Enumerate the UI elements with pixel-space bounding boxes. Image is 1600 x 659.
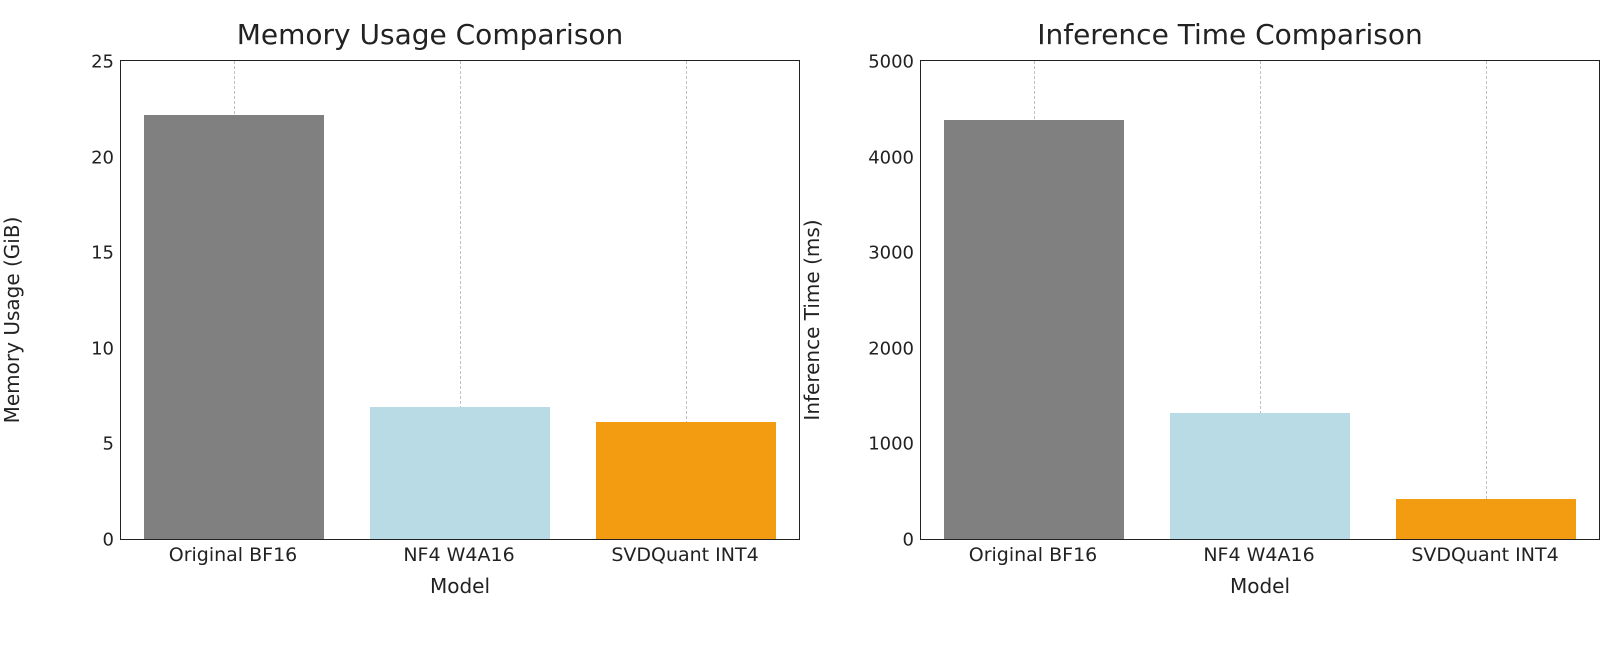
- y-tick-label: 4000: [860, 147, 914, 168]
- x-tick-label: Original BF16: [169, 544, 298, 566]
- y-tick-label: 10: [60, 338, 114, 359]
- x-ticks: Original BF16 NF4 W4A16 SVDQuant INT4: [120, 544, 800, 572]
- figure: Memory Usage Comparison Memory Usage (Gi…: [0, 0, 1600, 659]
- plot-area: [120, 60, 800, 540]
- x-tick-label: NF4 W4A16: [403, 544, 514, 566]
- y-tick-label: 2000: [860, 338, 914, 359]
- plot-area: [920, 60, 1600, 540]
- y-tick-label: 3000: [860, 243, 914, 264]
- x-axis-label: Model: [920, 574, 1600, 598]
- chart-title: Inference Time Comparison: [860, 20, 1600, 60]
- y-axis-label: Memory Usage (GiB): [0, 217, 24, 424]
- y-ticks: 010002000300040005000: [860, 60, 920, 540]
- y-tick-label: 25: [60, 52, 114, 73]
- x-tick-label: SVDQuant INT4: [1411, 544, 1558, 566]
- x-tick-label: SVDQuant INT4: [611, 544, 758, 566]
- subplot-inference: Inference Time Comparison Inference Time…: [860, 20, 1600, 620]
- bar: [144, 115, 325, 539]
- x-axis-label: Model: [120, 574, 800, 598]
- y-ticks: 0510152025: [60, 60, 120, 540]
- subplot-memory: Memory Usage Comparison Memory Usage (Gi…: [60, 20, 800, 620]
- x-tick-label: Original BF16: [969, 544, 1098, 566]
- bar: [1396, 499, 1577, 539]
- axes: Memory Usage (GiB) 0510152025 Original B…: [60, 60, 800, 580]
- y-tick-label: 0: [60, 530, 114, 551]
- bar: [944, 120, 1125, 539]
- y-tick-label: 5000: [860, 52, 914, 73]
- y-tick-label: 5: [60, 434, 114, 455]
- x-tick-label: NF4 W4A16: [1203, 544, 1314, 566]
- axes: Inference Time (ms) 01000200030004000500…: [860, 60, 1600, 580]
- grid-line: [1486, 61, 1487, 539]
- y-axis-label: Inference Time (ms): [800, 219, 824, 420]
- y-tick-label: 20: [60, 147, 114, 168]
- bar: [1170, 413, 1351, 539]
- y-tick-label: 1000: [860, 434, 914, 455]
- chart-title: Memory Usage Comparison: [60, 20, 800, 60]
- y-tick-label: 15: [60, 243, 114, 264]
- bar: [596, 422, 777, 539]
- y-tick-label: 0: [860, 530, 914, 551]
- x-ticks: Original BF16 NF4 W4A16 SVDQuant INT4: [920, 544, 1600, 572]
- bar: [370, 407, 551, 539]
